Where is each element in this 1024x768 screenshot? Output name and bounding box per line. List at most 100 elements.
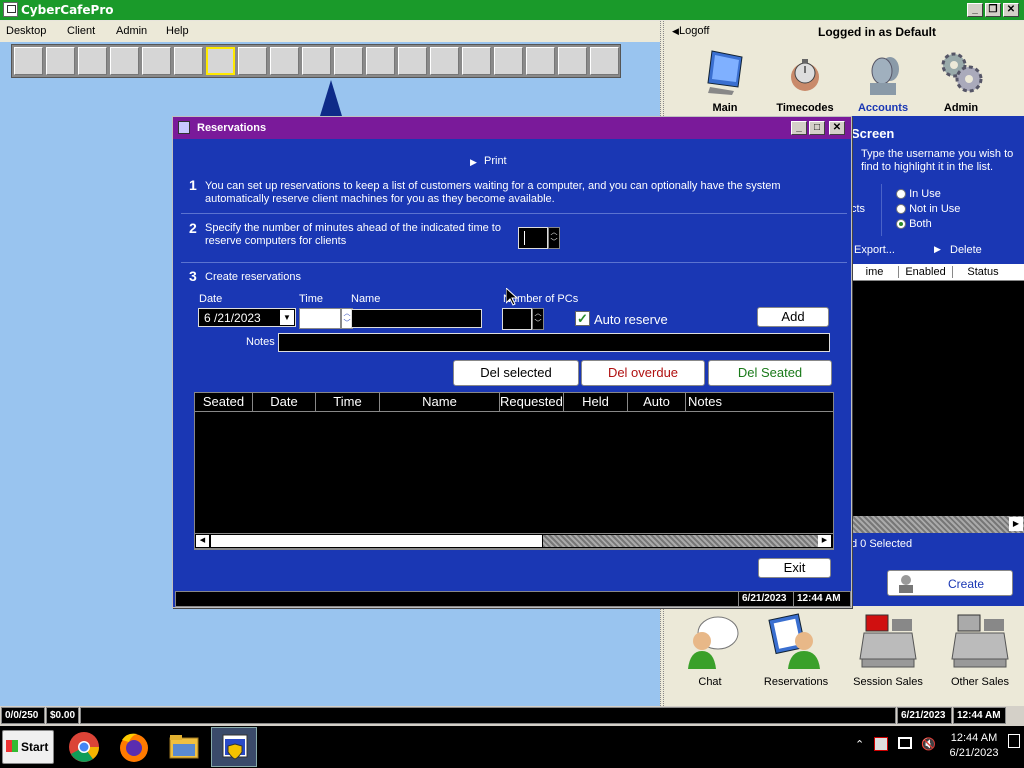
del-seated-button[interactable]: Del Seated <box>708 360 832 386</box>
minimize-button[interactable]: _ <box>967 3 983 17</box>
menu-help[interactable]: Help <box>166 25 189 37</box>
menu-desktop[interactable]: Desktop <box>6 25 46 37</box>
num-pcs-input[interactable] <box>502 308 532 330</box>
minutes-ahead-input[interactable] <box>518 227 548 249</box>
reservations-title: Reservations <box>197 122 267 134</box>
tray-expand-icon[interactable]: ⌃ <box>855 738 864 751</box>
client-slot[interactable] <box>174 47 203 75</box>
menu-admin[interactable]: Admin <box>116 25 147 37</box>
col-enabled[interactable]: Enabled <box>899 266 953 278</box>
client-slot[interactable] <box>398 47 427 75</box>
scroll-track[interactable] <box>543 535 818 547</box>
menu-client[interactable]: Client <box>67 25 95 37</box>
col-name[interactable]: Name <box>380 393 500 412</box>
minutes-spinner[interactable]: ︿ ﹀ <box>548 227 560 249</box>
tool-accounts[interactable]: Accounts <box>846 47 920 114</box>
volume-muted-icon[interactable]: 🔇 <box>921 737 936 751</box>
col-seated[interactable]: Seated <box>195 393 253 412</box>
client-slot[interactable] <box>270 47 299 75</box>
print-link[interactable]: Print <box>484 155 507 167</box>
date-picker[interactable]: 6 /21/2023 ▼ <box>198 308 296 327</box>
notifications-icon[interactable] <box>1008 734 1020 748</box>
radio-both[interactable]: Both <box>896 218 932 230</box>
reservations-table[interactable]: Seated Date Time Name Requested Held Aut… <box>194 392 834 550</box>
print-arrow-icon: ▶ <box>470 157 477 167</box>
num-pcs-spinner[interactable]: ︿ ﹀ <box>532 308 544 330</box>
col-time[interactable]: ime <box>851 266 899 278</box>
col-status[interactable]: Status <box>953 266 1013 278</box>
res-minimize-button[interactable]: _ <box>791 121 807 135</box>
del-selected-button[interactable]: Del selected <box>453 360 579 386</box>
col-date[interactable]: Date <box>253 393 316 412</box>
col-auto[interactable]: Auto <box>628 393 686 412</box>
clock-date[interactable]: 6/21/2023 <box>945 747 1003 759</box>
client-slot[interactable] <box>334 47 363 75</box>
tool-admin[interactable]: Admin <box>924 47 998 114</box>
client-slot[interactable] <box>238 47 267 75</box>
client-slot[interactable] <box>558 47 587 75</box>
network-icon[interactable] <box>898 737 912 749</box>
client-slot[interactable] <box>78 47 107 75</box>
create-button[interactable]: Create <box>887 570 1013 596</box>
exit-button[interactable]: Exit <box>758 558 831 578</box>
export-link[interactable]: Export... <box>854 244 895 256</box>
res-maximize-button[interactable]: □ <box>809 121 825 135</box>
client-slot[interactable] <box>494 47 523 75</box>
time-input[interactable] <box>299 308 341 329</box>
chevron-down-icon[interactable]: ▼ <box>280 310 294 325</box>
col-held[interactable]: Held <box>564 393 628 412</box>
reservations-hscroll[interactable]: ◀ ▶ <box>194 533 834 549</box>
client-slot[interactable] <box>110 47 139 75</box>
client-slot[interactable] <box>526 47 555 75</box>
action-center-icon[interactable] <box>874 737 888 751</box>
taskbar-cybercafe-app[interactable] <box>211 727 257 767</box>
client-slot[interactable] <box>206 47 235 75</box>
scroll-right-icon[interactable]: ▶ <box>818 535 831 547</box>
res-close-button[interactable]: ✕ <box>829 121 845 135</box>
tool-main[interactable]: Main <box>688 47 762 114</box>
client-slot[interactable] <box>590 47 619 75</box>
step1-number: 1 <box>189 177 197 193</box>
name-input[interactable] <box>351 309 482 328</box>
del-overdue-button[interactable]: Del overdue <box>581 360 705 386</box>
chrome-icon[interactable] <box>67 730 101 764</box>
reservations-title-bar[interactable]: Reservations _ □ ✕ <box>173 117 851 139</box>
auto-reserve-checkbox[interactable]: ✓ <box>575 311 590 326</box>
scroll-right-icon[interactable]: ▶ <box>1009 517 1023 531</box>
scroll-left-icon[interactable]: ◀ <box>196 535 209 547</box>
radio-in-use[interactable]: In Use <box>896 188 941 200</box>
tool-chat[interactable]: Chat <box>670 611 750 688</box>
restore-button[interactable]: ❐ <box>985 3 1001 17</box>
client-slot[interactable] <box>46 47 75 75</box>
col-requested[interactable]: Requested <box>500 393 564 412</box>
client-slot[interactable] <box>430 47 459 75</box>
client-slot[interactable] <box>366 47 395 75</box>
firefox-icon[interactable] <box>117 730 151 764</box>
start-button[interactable]: Start <box>2 730 54 764</box>
client-slot[interactable] <box>14 47 43 75</box>
scroll-thumb[interactable] <box>211 535 542 547</box>
tool-timecodes[interactable]: Timecodes <box>768 47 842 114</box>
divider <box>181 213 847 214</box>
folder-icon[interactable] <box>167 730 201 764</box>
col-time[interactable]: Time <box>316 393 380 412</box>
delete-link[interactable]: Delete <box>950 244 982 256</box>
step3-text: Create reservations <box>205 271 301 283</box>
client-slot[interactable] <box>142 47 171 75</box>
accounts-table[interactable]: ime Enabled Status ▶ <box>851 264 1024 533</box>
tool-other-sales[interactable]: Other Sales <box>942 611 1018 688</box>
client-slot-bar <box>11 44 621 78</box>
logoff-link[interactable]: Logoff <box>679 25 709 37</box>
col-notes[interactable]: Notes <box>686 393 833 412</box>
people-heads-icon <box>870 57 899 95</box>
add-button[interactable]: Add <box>757 307 829 327</box>
client-slot[interactable] <box>462 47 491 75</box>
close-button[interactable]: ✕ <box>1003 3 1019 17</box>
clock-time[interactable]: 12:44 AM <box>948 732 1000 744</box>
radio-not-in-use[interactable]: Not in Use <box>896 203 960 215</box>
client-slot[interactable] <box>302 47 331 75</box>
notes-input[interactable] <box>278 333 830 352</box>
accounts-hscroll[interactable]: ▶ <box>851 516 1024 533</box>
tool-session-sales[interactable]: Session Sales <box>850 611 926 688</box>
tool-reservations[interactable]: Reservations <box>754 611 838 688</box>
